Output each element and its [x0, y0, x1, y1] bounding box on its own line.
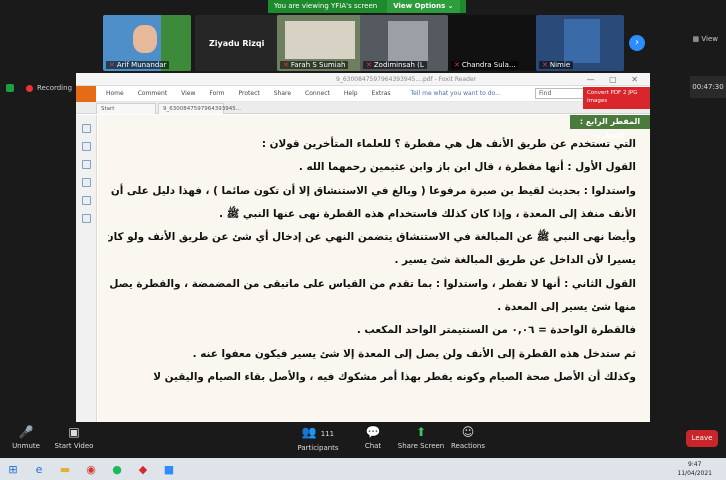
menu-extras[interactable]: Extras — [372, 90, 391, 97]
record-icon — [26, 84, 33, 92]
participant-video[interactable]: ✕ Arif Munandar — [103, 15, 191, 71]
ribbon-menu: Home Comment View Form Protect Share Con… — [76, 85, 650, 102]
pdf-page: المفطر الرابع : القطرة التي تستخدم عن طر… — [98, 115, 650, 422]
text-line: القول الأول : أنها مفطرة ، قال ابن باز و… — [298, 161, 636, 174]
menu-home[interactable]: Home — [106, 90, 124, 97]
clock-date: 11/04/2021 — [677, 470, 712, 477]
window-title: 9_6300847597964393945....pdf - Foxit Rea… — [336, 76, 477, 83]
recording-label[interactable]: Recording — [37, 84, 72, 92]
participant-name: Farah S Sumiah — [290, 61, 346, 69]
file-explorer-icon[interactable]: ▬ — [52, 458, 78, 480]
participant-name: Ziyadu Rizqi — [209, 39, 265, 48]
menu-help[interactable]: Help — [344, 90, 358, 97]
zoom-icon[interactable]: ■ — [156, 458, 182, 480]
system-clock[interactable]: 9:47 11/04/2021 — [677, 460, 712, 478]
meeting-status: Recording — [0, 82, 72, 94]
viewing-text: You are viewing YFIA's screen — [274, 2, 378, 10]
mic-muted-icon: ✕ — [542, 61, 548, 69]
participant-name: Zodiminsah (L — [373, 61, 424, 69]
keyboard-image — [388, 21, 428, 61]
participants-button[interactable]: 👥 111 Participants — [288, 425, 348, 452]
attachment-icon[interactable] — [81, 196, 91, 205]
foxit-icon[interactable]: ◆ — [130, 458, 156, 480]
avatar — [133, 25, 157, 53]
viewing-notice: You are viewing YFIA's screen View Optio… — [268, 0, 466, 13]
shield-icon[interactable] — [6, 84, 14, 92]
convert-ad-banner[interactable]: Convert PDF 2 JPG Images — [583, 87, 650, 109]
zoom-toolbar: 🎤 Unmute ▣ Start Video 👥 111 Participants 💬… — [0, 422, 726, 458]
meeting-timer: 00:47:30 — [690, 76, 726, 98]
participant-video[interactable]: Ziyadu Rizqi — [195, 15, 283, 71]
book-image — [564, 19, 600, 63]
text-line: وكذلك أن الأصل صحة الصيام وكونه يفطر بهذ… — [153, 370, 636, 383]
menu-share[interactable]: Share — [274, 90, 291, 97]
text-line: التي تستخدم عن طريق الأنف هل هي مفطرة ؟ … — [261, 138, 636, 150]
text-line: يسيرا لأن الداخل عن طريق المبالغة شئ يسي… — [394, 254, 636, 267]
window-controls[interactable]: — ▢ ✕ — [587, 75, 644, 84]
shared-image — [285, 21, 355, 59]
layers-icon[interactable] — [81, 160, 91, 169]
document-text: التي تستخدم عن طريق الأنف هل هي مفطرة ؟ … — [108, 133, 636, 389]
pages-icon[interactable] — [81, 142, 91, 151]
document-tabs: Start 9_6300847597964393945... — [76, 102, 650, 114]
reactions-button[interactable]: ☺ Reactions — [438, 425, 498, 450]
tell-me-search[interactable]: Tell me what you want to do... — [411, 90, 501, 97]
windows-taskbar: ⊞ e ▬ ◉ ● ◆ ■ 9:47 11/04/2021 — [0, 458, 726, 480]
text-line: واستدلوا : بحديث لقيط بن صبرة مرفوعا ( و… — [110, 184, 636, 197]
participant-video[interactable]: ✕ Farah S Sumiah — [277, 15, 365, 71]
text-line: الأنف منفذ إلى المعدة ، وإذا كان كذلك فا… — [219, 207, 636, 220]
mic-muted-icon: ✕ — [454, 61, 460, 69]
file-menu-button[interactable] — [76, 85, 96, 102]
video-off-icon: ▣ — [68, 425, 80, 439]
menu-protect[interactable]: Protect — [239, 90, 260, 97]
viewing-banner: You are viewing YFIA's screen View Optio… — [0, 0, 726, 13]
view-options-button[interactable]: View Options ⌄ — [387, 0, 460, 13]
bookmark-icon[interactable] — [81, 124, 91, 133]
clock-time: 9:47 — [687, 461, 702, 468]
tab-start[interactable]: Start — [96, 103, 156, 114]
pdf-reader-window: 9_6300847597964393945....pdf - Foxit Rea… — [76, 73, 650, 422]
leave-button[interactable]: Leave — [686, 430, 718, 447]
tab-document[interactable]: 9_6300847597964393945... — [158, 103, 241, 114]
text-line: وأيضا نهى النبي ﷺ عن المبالغة في الاستنش… — [108, 231, 636, 244]
participant-name: Arif Munandar — [116, 61, 167, 69]
menu-comment[interactable]: Comment — [138, 90, 167, 97]
window-titlebar: 9_6300847597964393945....pdf - Foxit Rea… — [76, 73, 650, 86]
participant-name: Chandra Sula... — [461, 61, 516, 69]
reader-sidebar — [76, 115, 97, 422]
ie-icon[interactable]: e — [26, 458, 52, 480]
participant-video[interactable]: ✕ Nimie — [536, 15, 624, 71]
signature-icon[interactable] — [81, 214, 91, 223]
menu-connect[interactable]: Connect — [305, 90, 330, 97]
reactions-icon: ☺ — [461, 425, 475, 439]
text-line: ثم ستدخل هذه القطرة إلى الأنف ولن يصل إل… — [192, 347, 636, 360]
text-line: فالقطرة الواحدة = ٠,٠٦ من السنتيمتر الوا… — [356, 324, 636, 337]
comment-icon[interactable] — [81, 178, 91, 187]
section-header: المفطر الرابع : القطرة — [570, 115, 650, 140]
menu-form[interactable]: Form — [209, 90, 224, 97]
text-line: القول الثاني : أنها لا تفطر ، واستدلوا :… — [109, 277, 636, 290]
participant-video[interactable]: ✕ Chandra Sula... — [448, 15, 536, 71]
participant-strip: ✕ Arif Munandar Ziyadu Rizqi ✕ Farah S Sum… — [0, 13, 726, 73]
windows-start-icon[interactable]: ⊞ — [0, 458, 26, 480]
participant-video[interactable]: ✕ Zodiminsah (L — [360, 15, 448, 71]
mic-muted-icon: ✕ — [283, 61, 289, 69]
start-video-button[interactable]: ▣ Start Video — [44, 425, 104, 450]
text-line: منها شئ يسير إلى المعدة . — [497, 301, 636, 314]
spotify-icon[interactable]: ● — [104, 458, 130, 480]
next-page-icon[interactable]: › — [629, 35, 645, 51]
participant-name: Nimie — [549, 61, 571, 69]
mic-muted-icon: ✕ — [366, 61, 372, 69]
chrome-icon[interactable]: ◉ — [78, 458, 104, 480]
participants-icon: 👥 111 — [301, 425, 335, 439]
view-button[interactable]: ▦ View — [693, 35, 718, 43]
menu-view[interactable]: View — [181, 90, 195, 97]
mic-muted-icon: ✕ — [109, 61, 115, 69]
